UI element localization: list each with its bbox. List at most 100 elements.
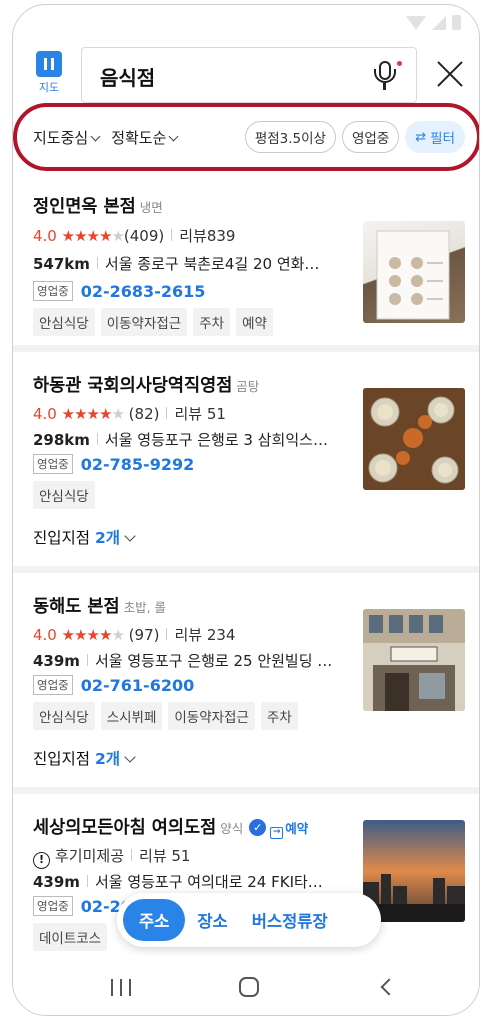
search-input[interactable]: 음식점 <box>81 47 417 103</box>
map-logo[interactable]: 지도 <box>35 51 63 95</box>
distance: 439m <box>33 873 80 891</box>
building-image <box>363 609 465 711</box>
status-badge: 영업중 <box>33 896 73 916</box>
divider <box>13 345 479 352</box>
calendar-icon: → <box>270 827 284 839</box>
info-icon: ! <box>33 852 50 869</box>
food-table-image <box>363 388 465 490</box>
entry-count: 2개 <box>94 529 121 547</box>
list-item[interactable]: 동해도 본점 초밥, 롤 4.0 ★★★★★ (97) 리뷰 234 439m 서울 … <box>13 573 479 787</box>
address: 439m 서울 영등포구 은행로 25 안원빌딩 … <box>33 650 345 671</box>
chevron-down-icon <box>124 530 136 542</box>
status-badge: 영업중 <box>33 281 73 301</box>
signal-icon <box>432 15 446 30</box>
phone-link[interactable]: 02-785-9292 <box>81 455 194 474</box>
sort-accuracy-dropdown[interactable]: 정확도순 <box>111 127 179 148</box>
map-icon <box>36 51 62 77</box>
tag: 예약 <box>236 308 273 336</box>
place-name: 세상의모든아침 여의도점 <box>33 818 217 838</box>
rating-stars: ★★★★★ <box>61 227 125 245</box>
home-icon[interactable] <box>239 977 259 997</box>
address: 547km 서울 종로구 북촌로4길 20 연화… <box>33 253 345 274</box>
list-item[interactable]: 하동관 국회의사당역직영점 곰탕 4.0 ★★★★★ (82) 리뷰 51 298k… <box>13 352 479 566</box>
list-item[interactable]: 정인면옥 본점 냉면 4.0 ★★★★★(409) 리뷰839 547km 서울 종로… <box>13 175 479 345</box>
sort-center-label: 지도중심 <box>33 128 89 147</box>
entry-label: 진입지점 <box>33 529 91 547</box>
sort-center-dropdown[interactable]: 지도중심 <box>33 127 101 148</box>
close-icon[interactable] <box>433 57 467 91</box>
rating-score: 4.0 <box>33 405 57 423</box>
entry-points-toggle[interactable]: 진입지점 2개 <box>33 526 136 548</box>
tag: 이동약자접근 <box>100 308 188 336</box>
reserve-badge[interactable]: → 예약 <box>270 821 308 839</box>
place-photo[interactable] <box>363 388 465 490</box>
entry-count: 2개 <box>94 750 121 768</box>
phone-link[interactable]: 02-761-6200 <box>81 676 194 695</box>
microphone-icon[interactable] <box>372 61 402 91</box>
place-photo[interactable] <box>363 221 465 323</box>
tag: 주차 <box>260 702 298 730</box>
distance: 298km <box>33 431 90 449</box>
place-category: 곰탕 <box>236 379 260 394</box>
tag: 스시뷔페 <box>100 702 163 730</box>
recent-apps-icon[interactable] <box>111 979 131 996</box>
chevron-down-icon <box>168 131 179 141</box>
no-rating-text: 후기미제공 <box>55 847 125 865</box>
entry-points-toggle[interactable]: 진입지점 2개 <box>33 747 136 769</box>
list-item[interactable]: 세상의모든아침 여의도점 양식 ✓ → 예약 ! 후기미제공 리뷰 51 439m 서울 영등… <box>13 794 479 974</box>
chevron-down-icon <box>90 131 101 141</box>
rating-count: (409) <box>123 227 165 245</box>
bottom-search-tabs: 주소 장소 버스정류장 <box>117 893 381 947</box>
place-photo[interactable] <box>363 820 465 922</box>
system-nav-bar <box>13 955 479 1015</box>
address: 439m 서울 영등포구 여의대로 24 FKI타… <box>33 871 345 892</box>
menu-board-image <box>376 230 450 320</box>
rating-count: (82) <box>128 405 160 423</box>
filter-label: 필터 <box>430 131 455 147</box>
rating-stars: ★★★★★ <box>61 626 125 644</box>
tag: 주차 <box>193 308 231 336</box>
divider <box>13 566 479 573</box>
tag: 데이트코스 <box>33 923 108 951</box>
tag: 안심식당 <box>33 481 95 509</box>
wifi-icon <box>406 15 426 30</box>
place-name: 동해도 본점 <box>33 597 120 617</box>
tag: 이동약자접근 <box>168 702 255 730</box>
tag: 안심식당 <box>33 308 95 336</box>
address: 298km 서울 영등포구 은행로 3 삼희익스… <box>33 429 345 450</box>
rating-filter-chip[interactable]: 평점3.5이상 <box>244 121 336 153</box>
review-count: 리뷰 51 <box>174 405 226 423</box>
filter-icon: ⇄ <box>415 129 427 145</box>
address-text: 서울 영등포구 은행로 25 안원빌딩 … <box>94 652 333 670</box>
entry-label: 진입지점 <box>33 750 91 768</box>
sort-accuracy-label: 정확도순 <box>111 128 167 147</box>
phone-link[interactable]: 02-2683-2615 <box>81 282 206 301</box>
status-badge: 영업중 <box>33 454 73 474</box>
review-count: 리뷰839 <box>179 227 236 245</box>
review-count: 리뷰 51 <box>139 847 191 865</box>
rating-score: 4.0 <box>33 227 57 245</box>
rating-stars: ★★★★★ <box>61 405 125 423</box>
chevron-down-icon <box>124 751 136 763</box>
filter-button[interactable]: ⇄ 필터 <box>405 121 465 153</box>
address-text: 서울 영등포구 은행로 3 삼희익스… <box>104 431 328 449</box>
address-text: 서울 영등포구 여의대로 24 FKI타… <box>94 873 323 891</box>
place-category: 양식 <box>220 821 244 836</box>
rating-score: 4.0 <box>33 626 57 644</box>
address-text: 서울 종로구 북촌로4길 20 연화… <box>104 255 320 273</box>
place-photo[interactable] <box>363 609 465 711</box>
map-logo-label: 지도 <box>38 81 60 94</box>
rating-count: (97) <box>128 626 160 644</box>
place-category: 초밥, 롤 <box>123 600 167 615</box>
open-now-chip[interactable]: 영업중 <box>341 121 400 153</box>
status-badge: 영업중 <box>33 675 73 695</box>
place-name: 정인면옥 본점 <box>33 197 136 217</box>
tab-place[interactable]: 장소 <box>185 899 239 941</box>
battery-icon <box>452 15 461 30</box>
back-icon[interactable] <box>380 978 398 996</box>
results-list: 정인면옥 본점 냉면 4.0 ★★★★★(409) 리뷰839 547km 서울 종로… <box>13 175 479 974</box>
phone-frame: 지도 음식점 지도중심 정확도순 평점3.5이상 영업중 ⇄ 필터 정인면옥 본점… <box>12 4 480 1016</box>
tab-bus-stop[interactable]: 버스정류장 <box>240 899 340 941</box>
tag: 안심식당 <box>33 702 95 730</box>
tab-address[interactable]: 주소 <box>123 899 186 941</box>
